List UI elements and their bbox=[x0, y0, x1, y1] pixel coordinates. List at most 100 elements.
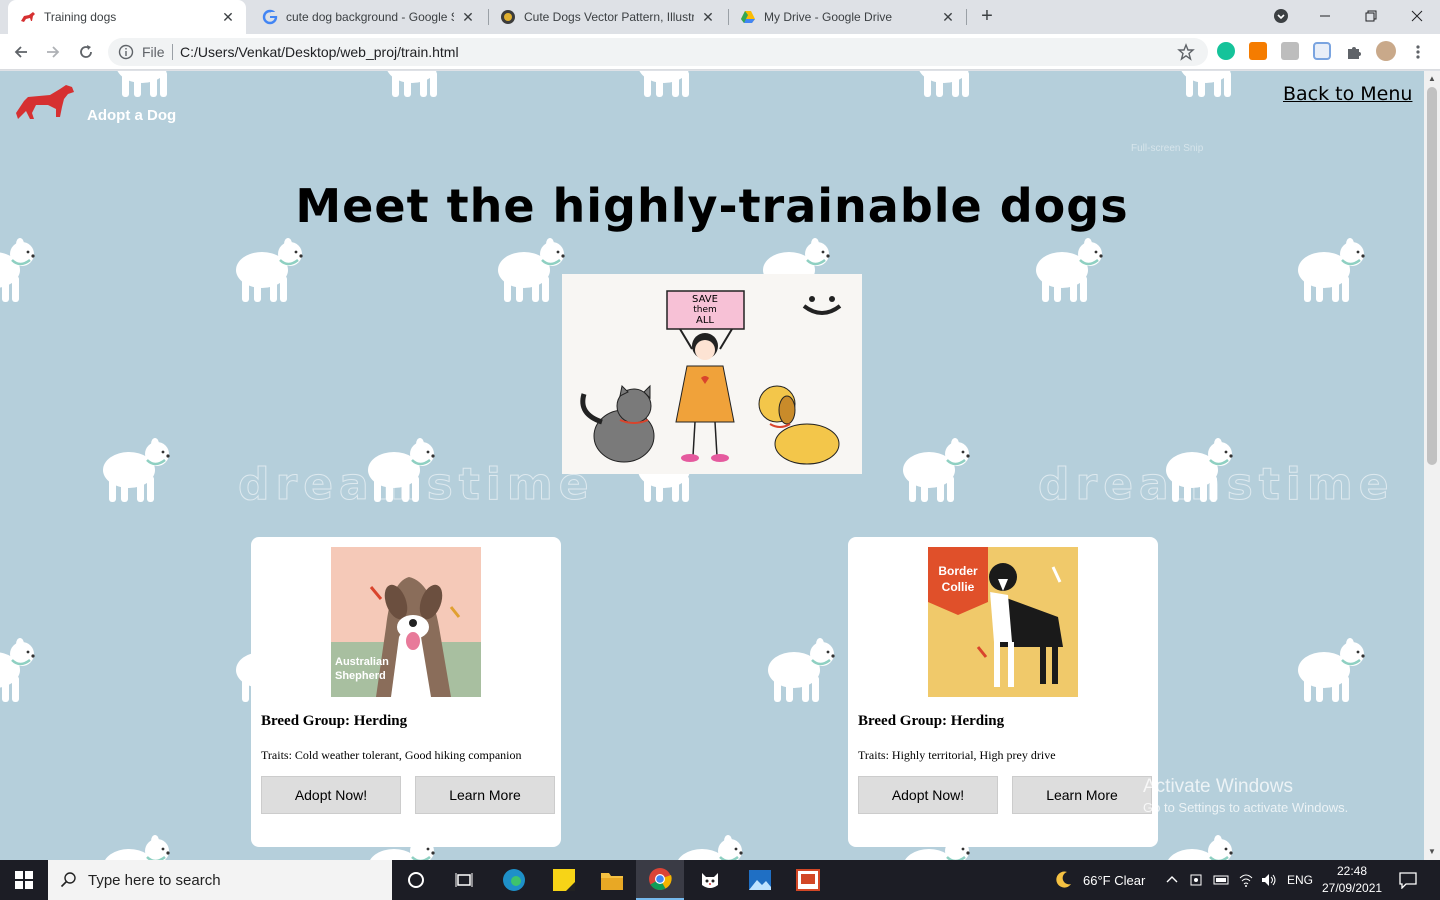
minimize-icon bbox=[1320, 15, 1330, 17]
learn-more-button[interactable]: Learn More bbox=[1012, 776, 1152, 814]
cat-face-icon bbox=[702, 873, 718, 888]
meet-now-icon[interactable] bbox=[1190, 872, 1204, 888]
tab-google-search[interactable]: cute dog background - Google S ✕ bbox=[250, 0, 486, 34]
photos-icon bbox=[749, 870, 771, 890]
adopt-now-button[interactable]: Adopt Now! bbox=[261, 776, 401, 814]
sign-text-line3: ALL bbox=[696, 315, 714, 326]
cat-app[interactable] bbox=[686, 860, 734, 900]
sign-text-line2: them bbox=[693, 305, 717, 315]
address-bar[interactable]: File C:/Users/Venkat/Desktop/web_proj/tr… bbox=[108, 38, 1208, 66]
battery-icon[interactable] bbox=[1213, 873, 1231, 887]
omnibox-divider bbox=[172, 44, 173, 60]
start-button[interactable] bbox=[0, 860, 48, 900]
profile-avatar[interactable] bbox=[1376, 41, 1396, 61]
edge-app[interactable] bbox=[490, 860, 538, 900]
breed-traits: Traits: Cold weather tolerant, Good hiki… bbox=[261, 748, 522, 762]
minimize-button[interactable] bbox=[1302, 0, 1348, 32]
clock-time[interactable]: 22:48 bbox=[1337, 864, 1367, 878]
scroll-up-arrow-icon[interactable]: ▲ bbox=[1424, 71, 1440, 87]
extensions-button[interactable] bbox=[1342, 40, 1366, 64]
chrome-app[interactable] bbox=[636, 860, 684, 900]
tab-strip: Training dogs ✕ cute dog background - Go… bbox=[0, 0, 1440, 34]
powerpoint-app[interactable] bbox=[784, 860, 832, 900]
task-view-icon bbox=[455, 873, 473, 887]
sticky-notes-app[interactable] bbox=[540, 860, 588, 900]
browser-menu-button[interactable] bbox=[1406, 40, 1430, 64]
tab-search-button[interactable] bbox=[1258, 0, 1304, 32]
chevron-up-icon[interactable] bbox=[1166, 874, 1178, 884]
task-view-button[interactable] bbox=[440, 860, 488, 900]
notification-center-icon[interactable] bbox=[1398, 871, 1418, 889]
close-tab-icon[interactable]: ✕ bbox=[220, 9, 236, 25]
arrow-left-icon bbox=[14, 46, 27, 58]
url-text[interactable]: C:/Users/Venkat/Desktop/web_proj/train.h… bbox=[180, 44, 459, 60]
close-tab-icon[interactable]: ✕ bbox=[460, 9, 476, 25]
adopt-now-button[interactable]: Adopt Now! bbox=[858, 776, 998, 814]
reload-button[interactable] bbox=[74, 40, 98, 64]
grammarly-extension-icon[interactable] bbox=[1217, 42, 1235, 60]
watermark-text: dreamstime bbox=[238, 459, 595, 511]
folder-icon bbox=[601, 873, 623, 890]
close-icon bbox=[1411, 10, 1423, 22]
forward-button[interactable] bbox=[41, 40, 65, 64]
sticky-notes-icon bbox=[553, 869, 575, 891]
restore-button[interactable] bbox=[1348, 0, 1394, 32]
close-tab-icon[interactable]: ✕ bbox=[700, 9, 716, 25]
activate-windows-watermark: Activate Windows Go to Settings to activ… bbox=[1143, 776, 1348, 815]
snip-overlay-text: Full-screen Snip bbox=[1131, 143, 1204, 154]
cortana-button[interactable] bbox=[392, 860, 440, 900]
shield-extension-icon[interactable] bbox=[1313, 42, 1331, 60]
volume-icon[interactable] bbox=[1260, 872, 1278, 888]
photo-label-line1: Border bbox=[938, 564, 978, 578]
vertical-scrollbar[interactable]: ▲ ▼ bbox=[1424, 71, 1440, 860]
scroll-down-arrow-icon[interactable]: ▼ bbox=[1424, 844, 1440, 860]
page-viewport: dreamstime dreamstime Adopt a Dog Back t… bbox=[0, 71, 1424, 860]
weather-text[interactable]: 66°F Clear bbox=[1083, 873, 1145, 888]
australian-shepherd-photo: Australian Shepherd bbox=[331, 547, 481, 697]
puzzle-icon bbox=[1348, 47, 1361, 59]
tab-title: My Drive - Google Drive bbox=[764, 10, 893, 24]
activate-windows-title: Activate Windows bbox=[1143, 776, 1293, 797]
clock-date[interactable]: 27/09/2021 bbox=[1322, 881, 1382, 895]
edge-icon bbox=[503, 869, 525, 891]
logo-text[interactable]: Adopt a Dog bbox=[87, 107, 176, 124]
watermark-text: dreamstime bbox=[1038, 459, 1395, 511]
learn-more-button[interactable]: Learn More bbox=[415, 776, 555, 814]
extension-icon[interactable] bbox=[1281, 42, 1299, 60]
language-indicator[interactable]: ENG bbox=[1287, 873, 1313, 887]
tab-google-drive[interactable]: My Drive - Google Drive ✕ bbox=[728, 0, 966, 34]
info-icon[interactable] bbox=[118, 44, 134, 60]
cortana-circle-icon bbox=[408, 872, 424, 888]
breed-group: Breed Group: Herding bbox=[261, 713, 408, 729]
page-title: Meet the highly-trainable dogs bbox=[295, 179, 1129, 233]
windows-taskbar: Type here to search 66°F Clear ENG 22:48… bbox=[0, 860, 1440, 900]
photos-app[interactable] bbox=[736, 860, 784, 900]
scrollbar-thumb[interactable] bbox=[1427, 87, 1437, 465]
back-button[interactable] bbox=[9, 40, 33, 64]
tab-separator bbox=[966, 9, 967, 25]
search-icon bbox=[60, 872, 76, 888]
save-them-all-illustration: SAVE them ALL bbox=[562, 274, 862, 474]
close-window-button[interactable] bbox=[1394, 0, 1440, 32]
red-dog-logo[interactable] bbox=[14, 83, 76, 121]
wifi-icon[interactable] bbox=[1238, 872, 1254, 888]
sign-text-line1: SAVE bbox=[692, 294, 718, 305]
extension-icon[interactable] bbox=[1249, 42, 1267, 60]
presentation-icon bbox=[796, 869, 820, 891]
more-vert-icon bbox=[1416, 45, 1420, 59]
bookmark-star-icon[interactable] bbox=[1177, 43, 1195, 61]
photo-label-line2: Collie bbox=[942, 580, 975, 594]
new-tab-button[interactable]: + bbox=[976, 6, 998, 28]
tab-title: Cute Dogs Vector Pattern, Illustra bbox=[524, 10, 694, 24]
tab-training-dogs[interactable]: Training dogs ✕ bbox=[8, 0, 246, 34]
tab-dreamstime[interactable]: Cute Dogs Vector Pattern, Illustra ✕ bbox=[488, 0, 726, 34]
arrow-right-icon bbox=[47, 46, 60, 58]
file-scheme-label: File bbox=[142, 44, 165, 60]
file-explorer-app[interactable] bbox=[588, 860, 636, 900]
dog-card-australian-shepherd: Australian Shepherd Breed Group: Herding… bbox=[251, 537, 561, 847]
back-to-menu-link[interactable]: Back to Menu bbox=[1283, 83, 1412, 105]
dreamstime-icon bbox=[501, 10, 515, 24]
windows-logo-icon bbox=[15, 871, 33, 889]
close-tab-icon[interactable]: ✕ bbox=[940, 9, 956, 25]
taskbar-search-box[interactable]: Type here to search bbox=[48, 860, 392, 900]
